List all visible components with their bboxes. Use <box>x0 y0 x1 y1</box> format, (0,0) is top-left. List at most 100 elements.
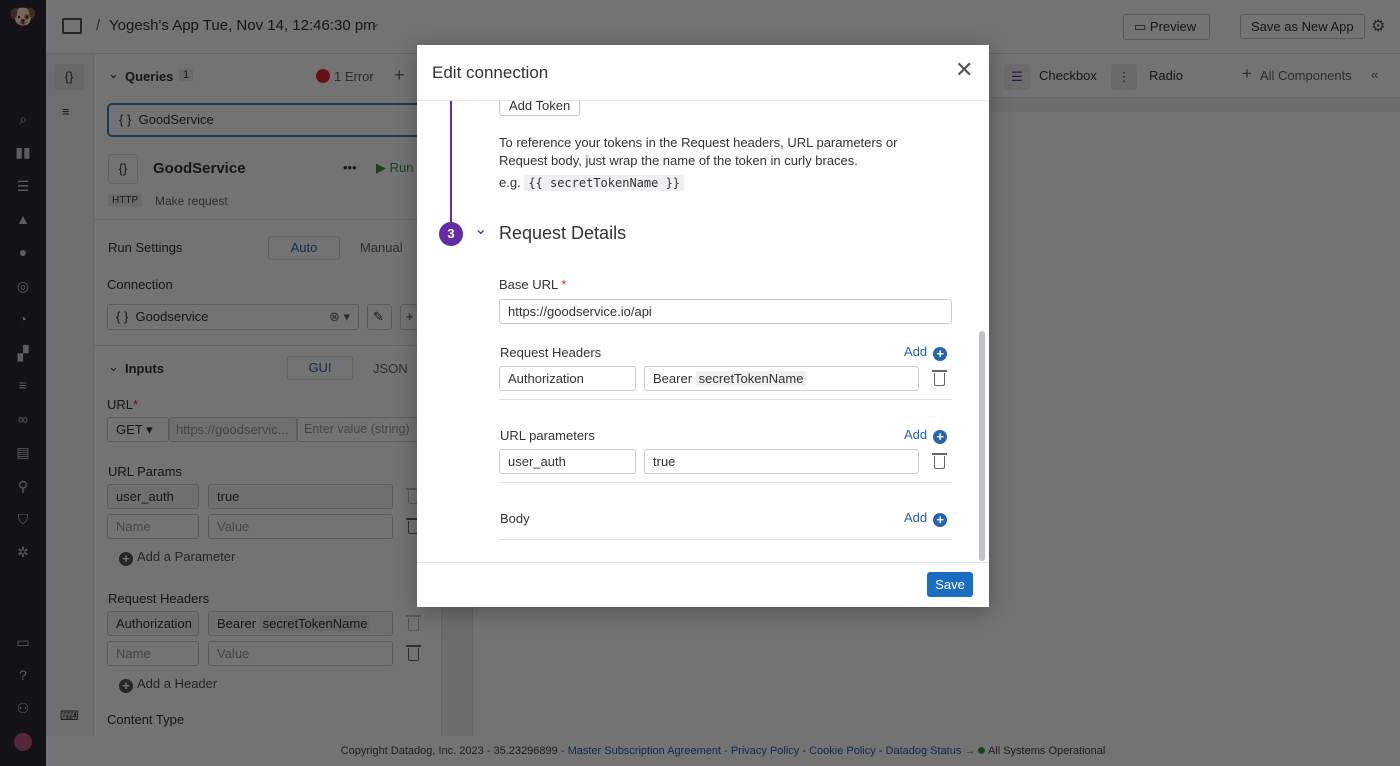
query-name[interactable]: GoodService <box>153 160 246 177</box>
security-icon[interactable]: ⛉ <box>14 510 32 528</box>
add-parameter-button[interactable]: Add + <box>904 427 948 444</box>
header-value-input[interactable]: Bearer secretTokenName <box>644 366 919 391</box>
trash-icon[interactable] <box>932 453 947 469</box>
queries-tab-icon[interactable]: {} <box>54 64 84 90</box>
gui-tab[interactable]: GUI <box>287 356 353 380</box>
logs-icon[interactable]: ≡ <box>14 376 32 394</box>
chart-icon[interactable]: ▲ <box>14 210 32 228</box>
radio-component-icon[interactable]: ⋮ <box>1111 64 1137 90</box>
save-button[interactable]: Save <box>927 572 973 597</box>
param-name-input[interactable]: user_auth <box>107 484 199 509</box>
chat-icon[interactable]: ▭ <box>14 633 32 651</box>
query-list-item[interactable]: { } GoodService <box>107 103 437 137</box>
search-icon[interactable]: ⌕ <box>14 110 32 128</box>
add-label: Add <box>904 510 928 525</box>
collapse-panel-icon[interactable]: « <box>1371 67 1378 82</box>
notebook-icon[interactable]: ▤ <box>14 443 32 461</box>
run-button[interactable]: ▶ Run <box>376 160 413 176</box>
checkbox-component[interactable]: Checkbox <box>1039 68 1097 83</box>
new-param-name-input[interactable]: Name <box>107 514 199 539</box>
preview-button[interactable]: ▭ Preview <box>1123 14 1210 40</box>
puzzle-icon[interactable]: ▞ <box>14 344 32 362</box>
http-badge: HTTP <box>108 194 143 207</box>
gear-icon[interactable]: ⚙ <box>1371 16 1385 36</box>
services-icon[interactable]: ● <box>14 243 32 261</box>
radio-component[interactable]: Radio <box>1149 68 1183 83</box>
errors-count[interactable]: 1 Error <box>334 69 374 84</box>
chevron-down-icon[interactable]: ⌄ <box>370 15 381 31</box>
outline-icon[interactable]: ≡ <box>62 104 70 119</box>
add-header-button[interactable]: + Add a Header <box>119 676 217 693</box>
queries-title: Queries <box>125 69 174 84</box>
privacy-link[interactable]: Privacy Policy <box>731 745 799 757</box>
clear-dropdown-icon[interactable]: ⊗ ▾ <box>329 308 350 325</box>
connection-select[interactable]: { } Goodservice ⊗ ▾ <box>107 304 359 330</box>
add-query-icon[interactable]: + <box>394 65 405 86</box>
modal-footer: Save <box>417 562 989 607</box>
all-components-button[interactable]: All Components <box>1260 68 1352 83</box>
cookie-link[interactable]: Cookie Policy <box>809 745 876 757</box>
header-value-input[interactable]: Bearer secretTokenName <box>208 611 393 636</box>
link-icon[interactable]: ∞ <box>14 410 32 428</box>
url-parameters-label: URL parameters <box>500 428 595 443</box>
sep: - <box>724 745 728 757</box>
scrollbar-thumb[interactable] <box>979 331 985 561</box>
edit-connection-button[interactable]: ✎ <box>367 304 392 330</box>
header-prefix: Bearer <box>217 616 257 631</box>
scrollbar[interactable] <box>978 101 987 562</box>
error-icon <box>316 69 330 83</box>
run-label: Run <box>389 160 414 175</box>
inputs-chevron-icon[interactable]: ⌄ <box>108 359 119 375</box>
request-headers-label: Request Headers <box>500 345 602 360</box>
collapse-chevron-icon[interactable]: ⌄ <box>108 66 119 82</box>
close-icon[interactable]: ✕ <box>955 59 973 81</box>
param-name-input[interactable]: user_auth <box>499 449 636 474</box>
trash-icon[interactable] <box>406 615 421 631</box>
braces-icon: { } <box>119 112 132 127</box>
add-parameter-button[interactable]: + Add a Parameter <box>119 549 235 566</box>
section-chevron-icon[interactable]: ⌄ <box>474 219 487 239</box>
new-header-value-input[interactable]: Value <box>208 641 393 666</box>
add-header-button[interactable]: Add + <box>904 344 948 361</box>
json-tab[interactable]: JSON <box>373 361 408 376</box>
save-as-new-app-button[interactable]: Save as New App <box>1240 14 1365 39</box>
trash-icon[interactable] <box>406 645 421 661</box>
add-token-button[interactable]: Add Token <box>499 101 581 116</box>
plus-circle-icon: + <box>119 679 133 693</box>
status-link[interactable]: Datadog Status → <box>886 745 976 757</box>
trash-icon[interactable] <box>932 370 947 386</box>
param-value-input[interactable]: true <box>208 484 393 509</box>
add-label: Add <box>904 344 928 359</box>
new-param-value-input[interactable]: Value <box>208 514 393 539</box>
body-label: Body <box>500 511 530 526</box>
manual-toggle[interactable]: Manual <box>360 240 403 255</box>
method-select[interactable]: GET ▾ <box>107 417 169 442</box>
header-name-input[interactable]: Authorization <box>107 611 199 636</box>
avatar[interactable] <box>14 733 32 751</box>
binoculars-icon[interactable]: ▮▮ <box>14 143 32 161</box>
msa-link[interactable]: Master Subscription Agreement <box>568 745 721 757</box>
team-icon[interactable]: ⚇ <box>14 699 32 717</box>
keyboard-icon[interactable]: ⌨ <box>60 708 79 724</box>
header-name-input[interactable]: Authorization <box>499 366 636 391</box>
target-icon[interactable]: ◎ <box>14 277 32 295</box>
settings-bug-icon[interactable]: ✲ <box>14 543 32 561</box>
new-header-name-input[interactable]: Name <box>107 641 199 666</box>
base-url-label: Base URL * <box>499 277 566 292</box>
base-url-input[interactable]: https://goodservice.io/api <box>499 299 952 324</box>
param-value-input[interactable]: true <box>644 449 919 474</box>
checkbox-component-icon[interactable]: ☰ <box>1004 64 1030 90</box>
modal-title: Edit connection <box>432 63 549 82</box>
gauge-icon[interactable]: ◔ <box>14 310 32 328</box>
more-options-icon[interactable]: ••• <box>343 160 357 175</box>
token-help-text: To reference your tokens in the Request … <box>499 135 898 168</box>
step-number-badge: 3 <box>439 222 463 246</box>
add-body-button[interactable]: Add + <box>904 510 948 527</box>
watchdog-icon[interactable]: ⚲ <box>14 477 32 495</box>
copyright: Copyright Datadog, Inc. 2023 - 35.232968… <box>340 745 565 757</box>
list-icon[interactable]: ☰ <box>14 177 32 195</box>
layout-icon[interactable] <box>62 18 82 34</box>
auto-toggle[interactable]: Auto <box>268 236 340 260</box>
help-icon[interactable]: ? <box>14 666 32 684</box>
app-title[interactable]: Yogesh's App Tue, Nov 14, 12:46:30 pm <box>109 17 376 34</box>
